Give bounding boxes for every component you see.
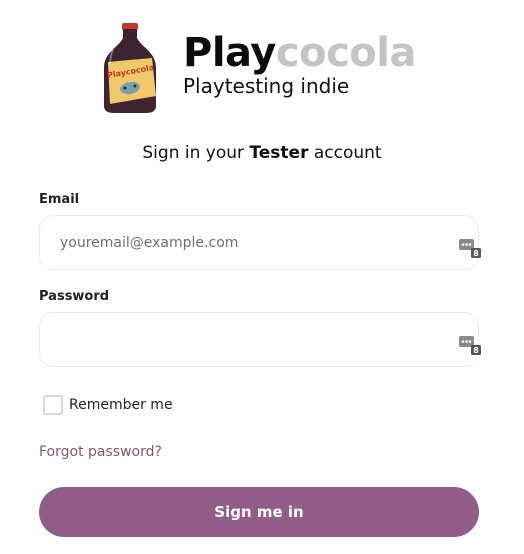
brand-name: Playcocola	[183, 30, 416, 76]
remember-me-checkbox[interactable]	[43, 395, 63, 415]
title-emphasis: Tester	[249, 143, 309, 163]
brand-tagline: Playtesting indie	[183, 74, 350, 98]
password-input[interactable]	[60, 331, 430, 348]
remember-me[interactable]: Remember me	[43, 395, 173, 415]
brand-name-play: Play	[183, 30, 276, 76]
svg-text:8: 8	[473, 346, 479, 355]
brand: Playcocola Playtesting indie	[183, 30, 416, 97]
sign-in-button[interactable]: Sign me in	[39, 487, 479, 537]
email-field[interactable]: 8	[39, 215, 481, 270]
brand-name-cocola: cocola	[275, 30, 417, 76]
email-input[interactable]	[60, 234, 430, 251]
logo: Playcocola	[98, 22, 162, 114]
remember-me-label[interactable]: Remember me	[69, 397, 173, 413]
title-suffix: account	[313, 143, 382, 163]
password-field[interactable]: 8	[39, 312, 481, 367]
email-label: Email	[39, 192, 80, 207]
svg-text:8: 8	[473, 249, 479, 258]
password-label: Password	[39, 289, 110, 304]
password-manager-icon[interactable]: 8	[459, 333, 481, 355]
title-prefix: Sign in your	[142, 143, 245, 163]
forgot-password-link[interactable]: Forgot password?	[39, 444, 162, 460]
password-manager-icon[interactable]: 8	[459, 236, 481, 258]
soda-bottle-icon: Playcocola	[104, 23, 156, 113]
page-title: Sign in your Tester account	[0, 142, 524, 164]
